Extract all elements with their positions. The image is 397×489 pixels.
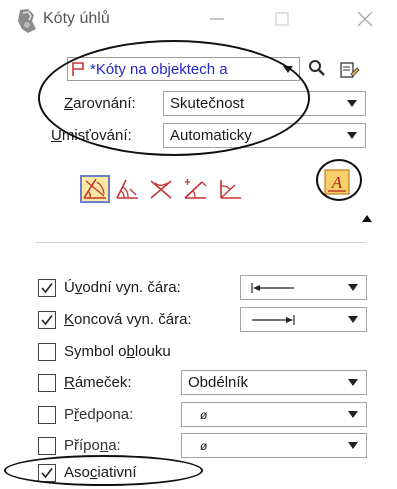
separator [36, 242, 365, 243]
prefix-combo[interactable]: ø [181, 402, 367, 427]
maximize-button[interactable] [262, 4, 302, 34]
prefix-label: Předpona: [64, 406, 134, 423]
checkmark-icon [41, 315, 53, 326]
frame-combo[interactable]: Obdélník [181, 370, 367, 395]
associative-label: Asociativní [64, 464, 137, 481]
window-title: Kóty úhlů [43, 10, 110, 27]
frame-value: Obdélník [188, 374, 249, 391]
chevron-down-icon [347, 132, 357, 139]
angle-x-axis-icon [184, 179, 207, 199]
terminator-left-icon [251, 282, 294, 293]
tool-angle-size[interactable] [80, 175, 110, 203]
minimize-icon [210, 18, 224, 20]
chevron-down-icon [348, 284, 358, 291]
alignment-value: Skutečnost [170, 95, 245, 112]
start-ext-label: Úvodní vyn. čára: [64, 279, 181, 296]
tool-angle-x-axis[interactable] [180, 175, 210, 203]
placement-value: Automaticky [170, 127, 252, 144]
chevron-down-icon [283, 65, 293, 73]
end-ext-checkbox[interactable] [38, 311, 56, 329]
associative-checkbox[interactable] [38, 464, 56, 482]
chevron-down-icon [347, 100, 357, 107]
checkmark-icon [41, 468, 53, 479]
search-icon[interactable] [306, 58, 328, 80]
start-ext-combo[interactable] [240, 275, 367, 300]
angle-lines-icon [150, 180, 172, 199]
suffix-checkbox[interactable] [38, 437, 56, 455]
start-ext-checkbox[interactable] [38, 279, 56, 297]
suffix-label: Přípona: [64, 437, 121, 454]
style-letter: A [331, 173, 343, 192]
chevron-down-icon [348, 411, 358, 418]
maximize-icon [275, 12, 289, 26]
tool-angle-location[interactable] [112, 175, 142, 203]
chevron-down-icon [348, 442, 358, 449]
tool-angle-y-axis[interactable] [215, 175, 245, 203]
dimension-style-icon[interactable]: A [322, 167, 352, 197]
frame-checkbox[interactable] [38, 374, 56, 392]
angle-size-icon [83, 178, 106, 199]
chevron-down-icon [348, 379, 358, 386]
angle-y-axis-icon [220, 180, 241, 199]
level-dropdown[interactable]: *Kóty na objektech a [67, 57, 300, 81]
level-flag-icon [72, 62, 84, 76]
arc-symbol-checkbox[interactable] [38, 343, 56, 361]
prefix-value: ø [200, 407, 208, 422]
level-value: *Kóty na objektech a [90, 60, 228, 78]
frame-label: Rámeček: [64, 374, 132, 391]
dimension-tool-icon [18, 9, 36, 33]
prefix-checkbox[interactable] [38, 406, 56, 424]
edit-icon[interactable] [337, 58, 361, 82]
terminator-right-icon [252, 314, 295, 325]
placement-label: Umisťování: [51, 127, 132, 144]
suffix-value: ø [200, 438, 208, 453]
angle-location-icon [116, 179, 138, 199]
placement-combo[interactable]: Automaticky [163, 123, 366, 148]
close-icon [357, 11, 373, 27]
close-button[interactable] [345, 4, 385, 34]
tool-angle-lines[interactable] [146, 175, 176, 203]
alignment-label: Zarovnání: [64, 95, 136, 112]
end-ext-label: Koncová vyn. čára: [64, 311, 192, 328]
suffix-combo[interactable]: ø [181, 433, 367, 458]
end-ext-combo[interactable] [240, 307, 367, 332]
checkmark-icon [41, 283, 53, 294]
minimize-button[interactable] [197, 4, 237, 34]
collapse-arrow-icon[interactable] [362, 215, 372, 222]
arc-symbol-label: Symbol oblouku [64, 343, 171, 360]
alignment-combo[interactable]: Skutečnost [163, 91, 366, 116]
chevron-down-icon [348, 316, 358, 323]
